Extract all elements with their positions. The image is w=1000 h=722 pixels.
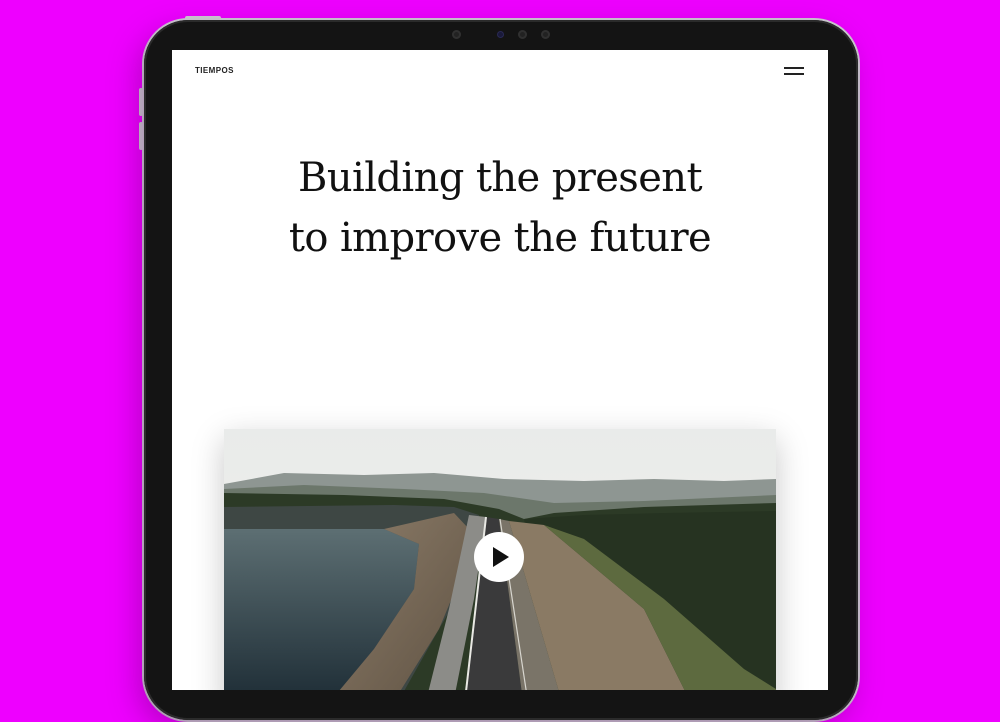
tablet-side-button [139,122,143,150]
page-background: { "brand": { "name": "TIEMPOS" }, "heade… [0,0,1000,722]
camera-indicator [498,32,503,37]
video-player[interactable] [224,429,776,690]
menu-line [784,73,804,75]
play-button[interactable] [474,532,524,582]
tablet-screen: TIEMPOS Building the present to improve … [172,50,828,690]
camera-sensor [541,30,550,39]
play-icon [493,547,509,567]
menu-line [784,67,804,69]
hamburger-menu-icon[interactable] [784,67,806,77]
hero-headline: Building the present to improve the futu… [172,148,828,268]
camera-sensor [452,30,461,39]
headline-line-1: Building the present [298,155,702,201]
tablet-side-button [139,88,143,116]
brand-logo[interactable]: TIEMPOS [195,66,234,75]
front-camera [518,30,527,39]
headline-line-2: to improve the future [288,215,712,261]
